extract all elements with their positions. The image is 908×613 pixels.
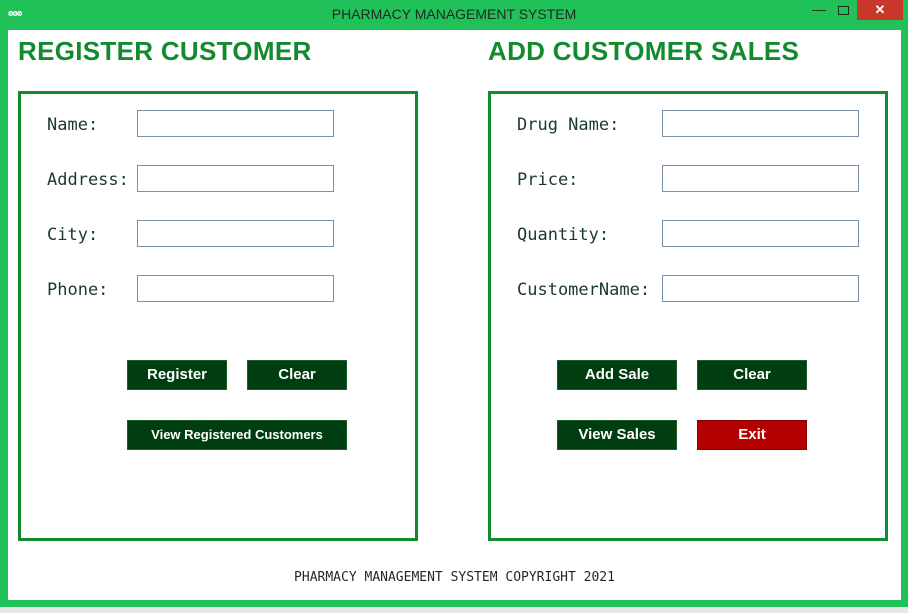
phone-label: Phone: [47, 280, 109, 300]
drug-name-input[interactable] [662, 110, 859, 137]
minimize-button[interactable]: — [806, 0, 832, 20]
address-input[interactable] [137, 165, 334, 192]
register-clear-button[interactable]: Clear [247, 360, 347, 390]
quantity-input[interactable] [662, 220, 859, 247]
sales-clear-button[interactable]: Clear [697, 360, 807, 390]
maximize-button[interactable] [834, 4, 852, 24]
view-registered-customers-button[interactable]: View Registered Customers [127, 420, 347, 450]
copyright-footer: PHARMACY MANAGEMENT SYSTEM COPYRIGHT 202… [294, 570, 615, 585]
address-label: Address: [47, 170, 129, 190]
window-title: PHARMACY MANAGEMENT SYSTEM [331, 6, 577, 22]
register-heading: REGISTER CUSTOMER [18, 36, 312, 66]
form-area: REGISTER CUSTOMER Name: Address: City: P… [8, 30, 901, 600]
price-input[interactable] [662, 165, 859, 192]
price-label: Price: [517, 170, 579, 190]
add-sale-button[interactable]: Add Sale [557, 360, 677, 390]
city-input[interactable] [137, 220, 334, 247]
name-input[interactable] [137, 110, 334, 137]
customer-name-input[interactable] [662, 275, 859, 302]
phone-input[interactable] [137, 275, 334, 302]
taskbar-edge [0, 607, 908, 613]
city-label: City: [47, 225, 99, 245]
register-button[interactable]: Register [127, 360, 227, 390]
exit-button[interactable]: Exit [697, 420, 807, 450]
name-label: Name: [47, 115, 99, 135]
sales-panel: Drug Name: Price: Quantity: CustomerName… [488, 91, 888, 541]
customer-name-label: CustomerName: [517, 280, 651, 300]
maximize-icon [837, 6, 849, 15]
title-bar[interactable]: ʘʘʘ PHARMACY MANAGEMENT SYSTEM — ✕ [0, 0, 908, 30]
drug-name-label: Drug Name: [517, 115, 620, 135]
close-button[interactable]: ✕ [857, 0, 903, 20]
view-sales-button[interactable]: View Sales [557, 420, 677, 450]
app-window: ʘʘʘ PHARMACY MANAGEMENT SYSTEM — ✕ REGIS… [0, 0, 908, 613]
sales-heading: ADD CUSTOMER SALES [488, 36, 800, 66]
quantity-label: Quantity: [517, 225, 610, 245]
register-panel: Name: Address: City: Phone: Register Cle… [18, 91, 418, 541]
